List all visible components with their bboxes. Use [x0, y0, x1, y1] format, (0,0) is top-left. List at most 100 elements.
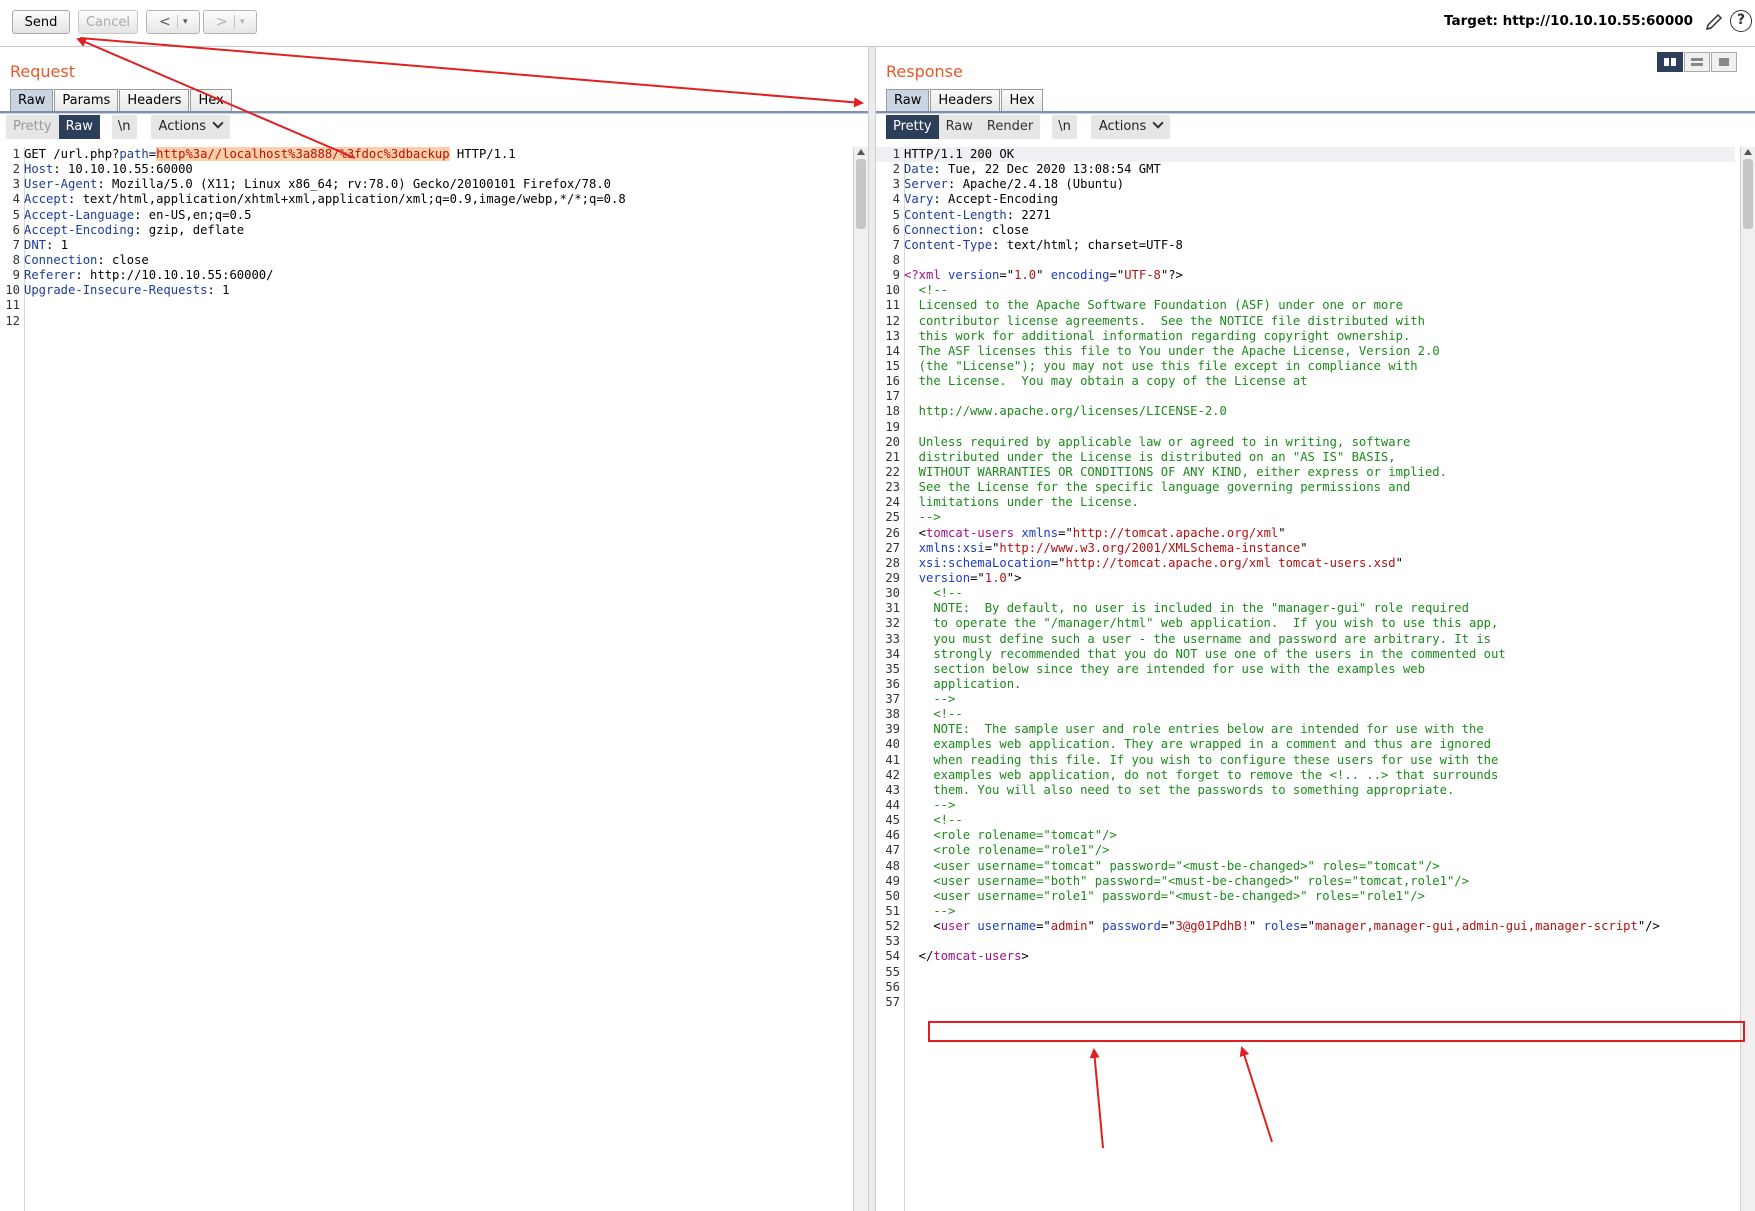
help-icon[interactable]: ?	[1730, 10, 1752, 32]
scroll-thumb[interactable]	[1743, 159, 1753, 229]
line-number: 20	[885, 434, 900, 449]
cancel-button[interactable]: Cancel	[78, 10, 138, 34]
code-token: Vary	[904, 192, 934, 207]
response-tab-raw[interactable]: Raw	[886, 89, 930, 112]
code-line: 35 section below since they are intended…	[876, 662, 1735, 677]
code-token: : gzip, deflate	[134, 222, 245, 237]
panel-splitter[interactable]	[868, 47, 876, 1211]
code-line: 12 contributor license agreements. See t…	[876, 314, 1735, 329]
code-line: 8 Connection: close	[0, 253, 848, 268]
code-token: "/>	[1637, 919, 1660, 934]
send-button[interactable]: Send	[12, 10, 70, 34]
response-newline-toggle[interactable]: \n	[1052, 115, 1077, 139]
code-line: 3 User-Agent: Mozilla/5.0 (X11; Linux x86…	[0, 177, 848, 192]
code-token: DNT	[24, 237, 47, 252]
code-line: 16 the License. You may obtain a copy of…	[876, 374, 1735, 389]
request-editor[interactable]: 1 GET /url.php?path=http%3a//localhost%3a…	[0, 147, 868, 1211]
code-line: 51 -->	[876, 904, 1735, 919]
history-forward-button[interactable]: > ▾	[203, 10, 257, 34]
line-number: 53	[885, 934, 900, 949]
code-line: 45 <!--	[876, 813, 1735, 828]
code-token: "	[1087, 919, 1103, 934]
code-token: : text/html,application/xhtml+xml,applic…	[68, 192, 626, 207]
response-editor[interactable]: 1 HTTP/1.1 200 OK 2 Date: Tue, 22 Dec 2020 …	[876, 147, 1755, 1211]
request-tab-hex[interactable]: Hex	[190, 89, 232, 112]
layout-horizontal-icon[interactable]	[1684, 52, 1710, 72]
layout-single-icon[interactable]	[1711, 52, 1737, 72]
line-number: 4	[892, 192, 900, 207]
chevron-down-icon[interactable]: ▾	[183, 11, 188, 33]
request-newline-toggle[interactable]: \n	[111, 115, 137, 139]
response-tabs: Raw Headers Hex	[886, 89, 1044, 112]
code-token: : 1	[46, 237, 69, 252]
code-token: See the License for the specific languag…	[904, 480, 1411, 495]
code-line: 50 <user username="role1" password="<mus…	[876, 889, 1735, 904]
history-back-button[interactable]: < ▾	[146, 10, 200, 34]
code-line: 36 application.	[876, 677, 1735, 692]
code-line: 46 <role rolename="tomcat"/>	[876, 828, 1735, 843]
line-number: 49	[885, 873, 900, 888]
code-token: Date	[904, 162, 934, 177]
code-token: HTTP/1.1	[449, 147, 516, 161]
line-number: 39	[885, 722, 900, 737]
line-number: 13	[885, 328, 900, 343]
code-token: Unless required by applicable law or agr…	[904, 434, 1411, 449]
code-token: you must define such a user - the userna…	[904, 631, 1491, 646]
request-tab-headers[interactable]: Headers	[119, 89, 190, 112]
line-number: 27	[885, 540, 900, 555]
code-token: version	[918, 570, 971, 585]
code-line: 12	[0, 314, 848, 329]
response-view-render[interactable]: Render	[979, 115, 1041, 139]
code-token: xmlns	[1021, 525, 1059, 540]
pencil-icon[interactable]	[1704, 12, 1724, 32]
code-line: 33 you must define such a user - the use…	[876, 632, 1735, 647]
request-tab-raw[interactable]: Raw	[10, 89, 54, 112]
request-code[interactable]: 1 GET /url.php?path=http%3a//localhost%3a…	[0, 147, 848, 329]
code-token: Accept-Encoding	[24, 222, 135, 237]
scroll-up-icon[interactable]	[857, 149, 865, 155]
response-view-pretty[interactable]: Pretty	[886, 115, 939, 139]
code-token: : close	[97, 252, 149, 267]
response-tab-hex[interactable]: Hex	[1001, 89, 1043, 112]
code-token: version	[948, 268, 1000, 283]
code-token: xmlns:xsi	[918, 540, 985, 555]
line-number: 50	[885, 888, 900, 903]
code-line: 27 xmlns:xsi="http://www.w3.org/2001/XML…	[876, 541, 1735, 556]
chevron-down-icon[interactable]: ▾	[240, 11, 245, 33]
code-token: Host	[24, 162, 54, 177]
code-token: Content-Length	[904, 207, 1007, 222]
code-line: 52 <user username="admin" password="3@g0…	[876, 919, 1735, 934]
line-number: 31	[885, 601, 900, 616]
request-scrollbar[interactable]	[853, 147, 868, 1211]
code-token: roles	[1263, 919, 1301, 934]
request-view-pretty[interactable]: Pretty	[6, 115, 59, 139]
code-token: ="	[970, 570, 985, 585]
layout-split-icon[interactable]	[1657, 52, 1683, 72]
code-line: 9 Referer: http://10.10.10.55:60000/	[0, 268, 848, 283]
code-token: Server	[904, 177, 949, 192]
scroll-thumb[interactable]	[856, 159, 866, 229]
code-token: password	[1102, 919, 1161, 934]
code-line: 1 GET /url.php?path=http%3a//localhost%3a…	[0, 147, 848, 162]
response-code[interactable]: 1 HTTP/1.1 200 OK 2 Date: Tue, 22 Dec 2020 …	[876, 147, 1735, 1010]
code-token: tomcat-users	[933, 949, 1022, 964]
request-tab-params[interactable]: Params	[54, 89, 119, 112]
response-view-raw[interactable]: Raw	[938, 115, 980, 139]
code-line: 25 -->	[876, 510, 1735, 525]
code-token: http://www.apache.org/licenses/LICENSE-2…	[904, 404, 1227, 419]
code-token: The ASF licenses this file to You under …	[904, 343, 1440, 358]
request-view-raw[interactable]: Raw	[58, 115, 100, 139]
response-scrollbar[interactable]	[1740, 147, 1755, 1211]
code-line: 56	[876, 980, 1735, 995]
response-actions-button[interactable]: Actions	[1090, 115, 1171, 139]
request-actions-button[interactable]: Actions	[150, 115, 231, 139]
code-token: >	[1021, 949, 1029, 964]
line-number: 44	[885, 798, 900, 813]
scroll-up-icon[interactable]	[1744, 149, 1752, 155]
code-token: <user username="both" password="<must-be…	[904, 873, 1469, 888]
code-token: <!--	[904, 586, 963, 601]
top-toolbar: Send Cancel < ▾ > ▾ Target: http://10.10…	[0, 0, 1755, 47]
code-token: encoding	[1050, 268, 1110, 283]
response-tab-headers[interactable]: Headers	[930, 89, 1001, 112]
